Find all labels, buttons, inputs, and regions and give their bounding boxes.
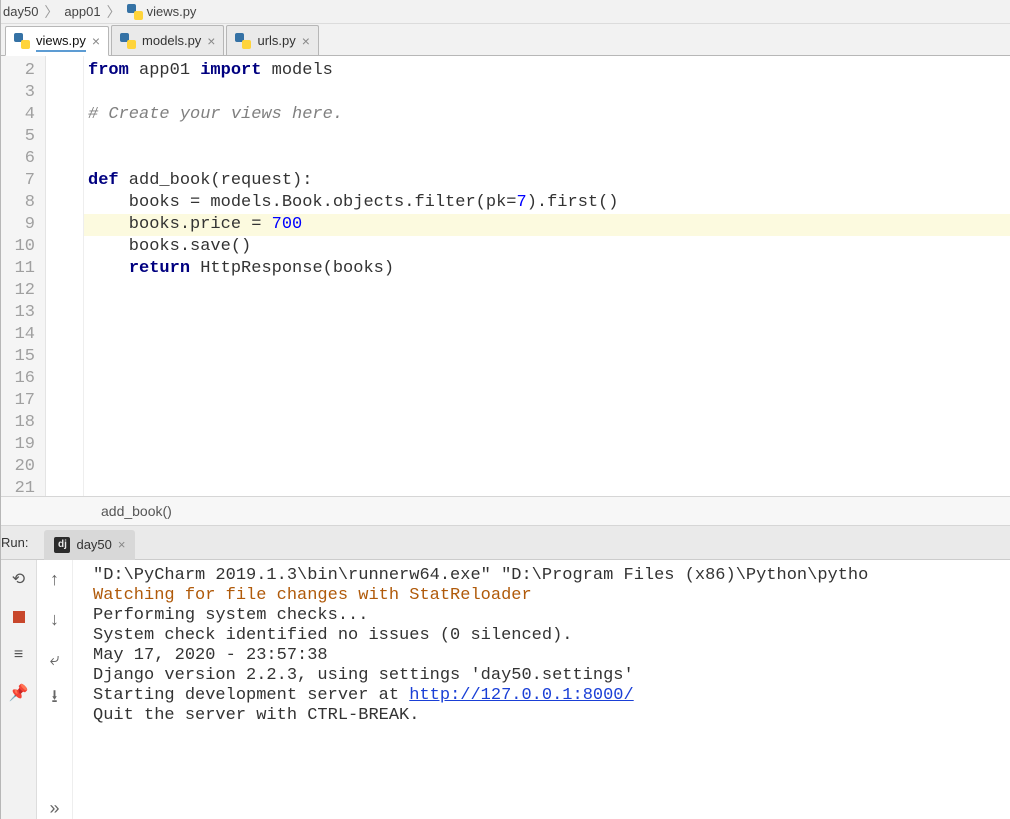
python-file-icon [235, 33, 251, 49]
django-icon: dj [54, 537, 70, 553]
tab-label: models.py [142, 33, 201, 48]
close-icon[interactable]: × [92, 33, 100, 49]
breadcrumb-label: app01 [64, 4, 100, 19]
line-number: 4 [1, 104, 45, 126]
run-config-label: day50 [76, 537, 111, 552]
layout-button[interactable]: ≡ [8, 644, 30, 666]
line-number: 9 [1, 214, 45, 236]
more-button[interactable]: » [44, 797, 66, 819]
pin-button[interactable]: 📌 [8, 682, 30, 704]
breadcrumb-item[interactable]: app01 [62, 4, 102, 19]
code-line[interactable]: books = models.Book.objects.filter(pk=7)… [84, 192, 1010, 214]
console-line: Quit the server with CTRL-BREAK. [93, 706, 1010, 726]
line-number: 13 [1, 302, 45, 324]
structure-crumb[interactable]: add_book() [1, 496, 1010, 526]
line-number: 18 [1, 412, 45, 434]
code-line[interactable] [84, 148, 1010, 170]
line-number: 10 [1, 236, 45, 258]
line-number: 19 [1, 434, 45, 456]
code-line[interactable] [84, 324, 1010, 346]
line-number: 16 [1, 368, 45, 390]
editor[interactable]: 23456789101112131415161718192021 from ap… [1, 56, 1010, 496]
run-toolwindow: ⟲ ≡ 📌 ↑ ↓ ⤶ ⭳ » "D:\PyCharm 2019.1.3\bin… [1, 560, 1010, 819]
code-line[interactable] [84, 346, 1010, 368]
console-line: Starting development server at http://12… [93, 686, 1010, 706]
run-label: Run: [1, 535, 40, 550]
code-line[interactable]: books.save() [84, 236, 1010, 258]
console-line: May 17, 2020 - 23:57:38 [93, 646, 1010, 666]
code-line[interactable] [84, 456, 1010, 478]
code-area[interactable]: from app01 import models # Create your vi… [84, 56, 1010, 496]
console-output[interactable]: "D:\PyCharm 2019.1.3\bin\runnerw64.exe" … [73, 560, 1010, 819]
line-number: 17 [1, 390, 45, 412]
code-line[interactable]: books.price = 700 [84, 214, 1010, 236]
close-icon[interactable]: × [302, 33, 310, 49]
line-number: 5 [1, 126, 45, 148]
code-line[interactable] [84, 82, 1010, 104]
run-action-toolbar: ⟲ ≡ 📌 [1, 560, 37, 819]
python-file-icon [14, 33, 30, 49]
up-button[interactable]: ↑ [44, 568, 66, 590]
code-line[interactable] [84, 280, 1010, 302]
code-line[interactable] [84, 126, 1010, 148]
line-number: 20 [1, 456, 45, 478]
breadcrumb-label: views.py [147, 4, 197, 19]
run-config-tab[interactable]: dj day50 × [44, 530, 135, 560]
server-url-link[interactable]: http://127.0.0.1:8000/ [409, 686, 633, 705]
fold-column [46, 56, 84, 496]
line-number: 15 [1, 346, 45, 368]
python-file-icon [120, 33, 136, 49]
console-line: Django version 2.2.3, using settings 'da… [93, 666, 1010, 686]
stop-button[interactable] [8, 606, 30, 628]
code-line[interactable]: return HttpResponse(books) [84, 258, 1010, 280]
code-line[interactable]: from app01 import models [84, 60, 1010, 82]
tab-label: views.py [36, 33, 86, 52]
line-number: 2 [1, 60, 45, 82]
editor-tab[interactable]: views.py × [5, 26, 109, 56]
soft-wrap-button[interactable]: ⤶ [44, 648, 66, 670]
line-number: 8 [1, 192, 45, 214]
line-number: 7 [1, 170, 45, 192]
close-icon[interactable]: × [207, 33, 215, 49]
breadcrumb-item[interactable]: day50 [1, 4, 40, 19]
code-line[interactable] [84, 302, 1010, 324]
console-line: "D:\PyCharm 2019.1.3\bin\runnerw64.exe" … [93, 566, 1010, 586]
line-number: 11 [1, 258, 45, 280]
python-file-icon [127, 4, 143, 20]
chevron-right-icon: 〉 [107, 2, 121, 22]
console-toolbar: ↑ ↓ ⤶ ⭳ » [37, 560, 73, 819]
console-line: System check identified no issues (0 sil… [93, 626, 1010, 646]
close-icon[interactable]: × [118, 537, 126, 552]
structure-crumb-label: add_book() [101, 503, 172, 519]
code-line[interactable] [84, 390, 1010, 412]
code-line[interactable] [84, 434, 1010, 456]
scroll-to-end-button[interactable]: ⭳ [44, 688, 66, 710]
code-line[interactable] [84, 368, 1010, 390]
code-line[interactable] [84, 478, 1010, 496]
editor-tab[interactable]: models.py × [111, 25, 224, 55]
chevron-right-icon: 〉 [44, 2, 58, 22]
console-line: Watching for file changes with StatReloa… [93, 586, 1010, 606]
breadcrumb-label: day50 [3, 4, 38, 19]
editor-tab[interactable]: urls.py × [226, 25, 318, 55]
line-number: 6 [1, 148, 45, 170]
line-number: 3 [1, 82, 45, 104]
line-number: 21 [1, 478, 45, 500]
console-line: Performing system checks... [93, 606, 1010, 626]
down-button[interactable]: ↓ [44, 608, 66, 630]
tab-label: urls.py [257, 33, 295, 48]
code-line[interactable]: def add_book(request): [84, 170, 1010, 192]
breadcrumb-item[interactable]: views.py [125, 4, 199, 20]
breadcrumb: day50 〉 app01 〉 views.py [1, 0, 1010, 24]
run-toolwindow-header: Run: dj day50 × [1, 526, 1010, 560]
rerun-button[interactable]: ⟲ [8, 568, 30, 590]
line-number: 12 [1, 280, 45, 302]
editor-tabs: views.py × models.py × urls.py × [1, 24, 1010, 56]
line-number: 14 [1, 324, 45, 346]
code-line[interactable]: # Create your views here. [84, 104, 1010, 126]
line-number-gutter: 23456789101112131415161718192021 [1, 56, 46, 496]
code-line[interactable] [84, 412, 1010, 434]
